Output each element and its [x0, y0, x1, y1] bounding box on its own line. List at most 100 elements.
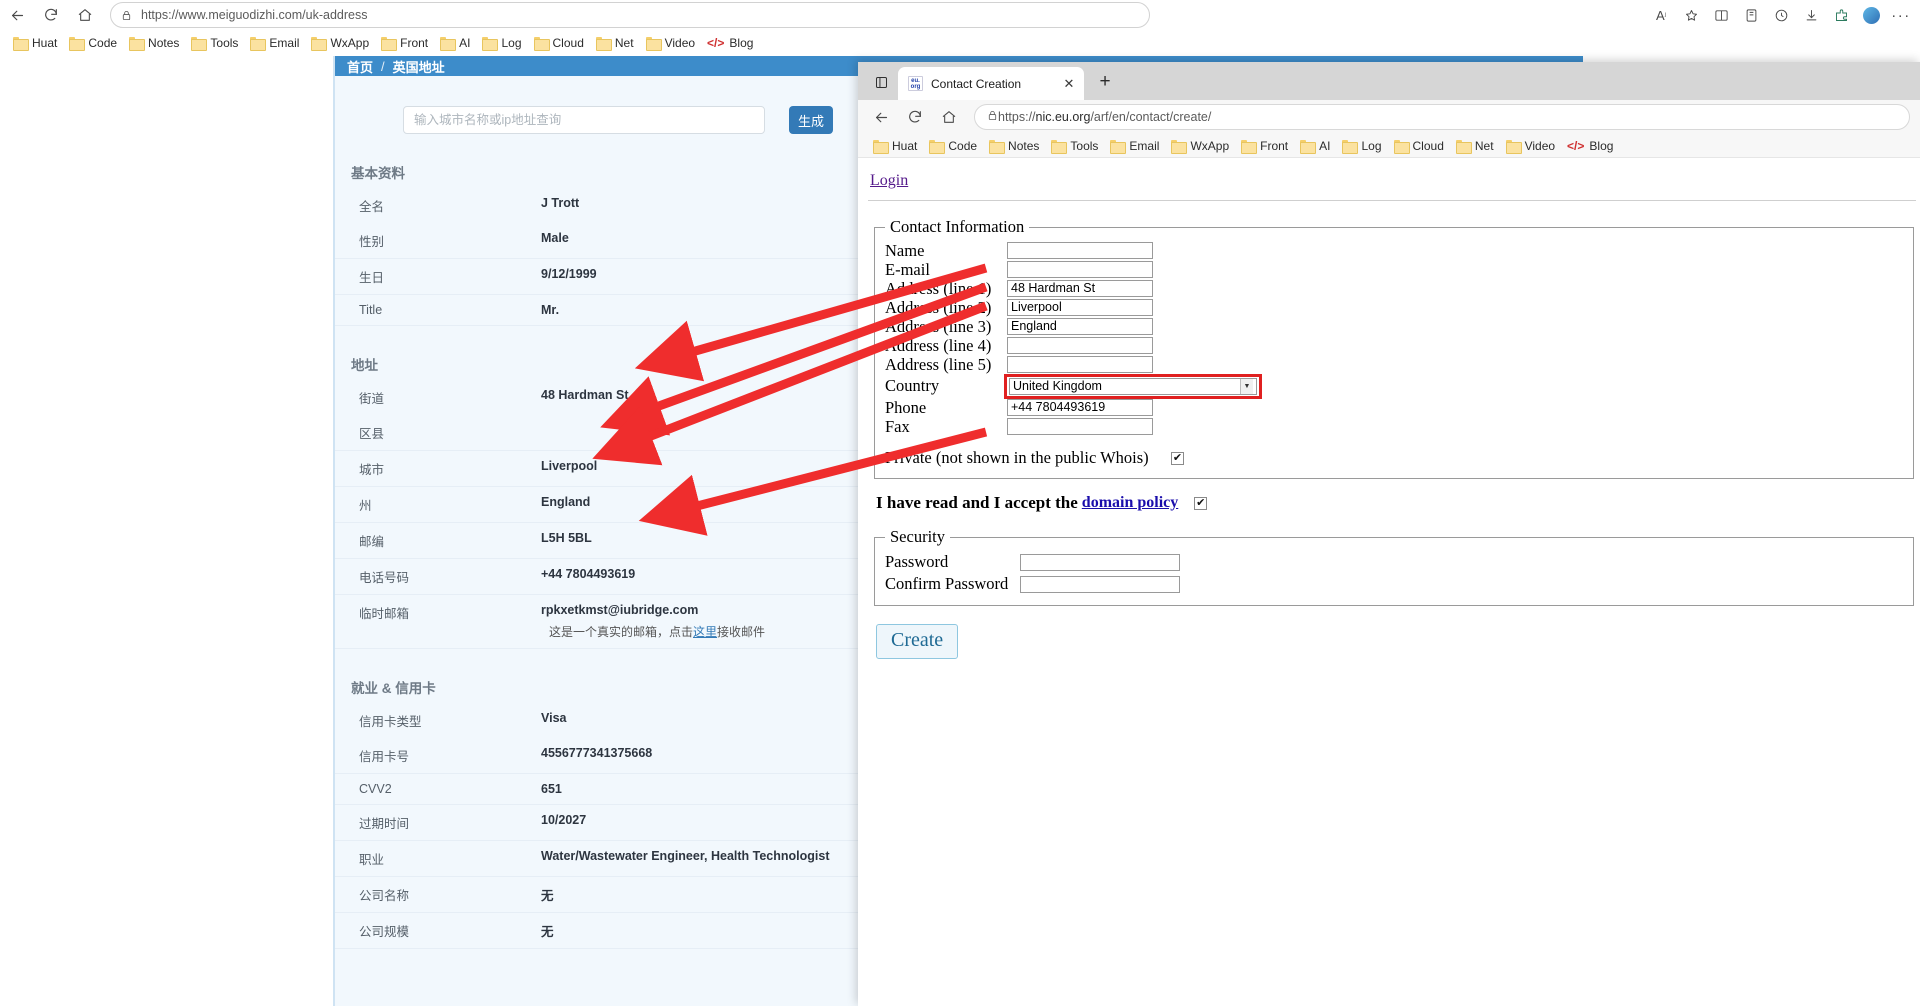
accept-checkbox[interactable]: ✔	[1194, 497, 1207, 510]
collections-icon[interactable]	[1736, 0, 1766, 30]
reload-icon[interactable]	[898, 102, 932, 132]
back-arrow-icon[interactable]	[864, 102, 898, 132]
card-type-value: Visa	[541, 711, 567, 725]
bookmark-log[interactable]: Log	[1337, 137, 1388, 155]
bookmark-front[interactable]: Front	[376, 34, 435, 52]
downloads-icon[interactable]	[1796, 0, 1826, 30]
field-row-confirm-password: Confirm Password	[885, 573, 1903, 595]
bookmark-wxapp[interactable]: WxApp	[306, 34, 376, 52]
bookmark-tools[interactable]: Tools	[1046, 137, 1105, 155]
field-label: Country	[885, 376, 1007, 396]
address-line-2-input[interactable]: Liverpool	[1007, 299, 1153, 316]
history-icon[interactable]	[1766, 0, 1796, 30]
extensions-icon[interactable]	[1826, 0, 1856, 30]
bookmark-code[interactable]: Code	[64, 34, 124, 52]
split-screen-icon[interactable]	[1706, 0, 1736, 30]
row-key: 信用卡号	[335, 746, 541, 765]
window2-bookmarks-bar: Huat Code Notes Tools Email WxApp Front …	[858, 134, 1920, 158]
field-row-name: Name	[885, 241, 1903, 260]
profile-avatar-icon[interactable]	[1856, 0, 1886, 30]
bookmark-huat[interactable]: Huat	[8, 34, 64, 52]
login-link[interactable]: Login	[870, 172, 908, 190]
gender-value: Male	[541, 231, 569, 245]
fax-input[interactable]	[1007, 418, 1153, 435]
window2-url-text: https://nic.eu.org/arf/en/contact/create…	[998, 110, 1211, 124]
home-icon[interactable]	[68, 0, 102, 30]
folder-icon	[191, 37, 205, 49]
bookmark-label: Code	[88, 36, 117, 50]
confirm-password-input[interactable]	[1020, 576, 1180, 593]
address-line-5-input[interactable]	[1007, 356, 1153, 373]
bookmark-tools[interactable]: Tools	[186, 34, 245, 52]
accept-text: I have read and I accept the	[876, 493, 1078, 513]
bookmark-net[interactable]: Net	[1451, 137, 1501, 155]
window1-address-bar[interactable]: https://www.meiguodizhi.com/uk-address	[110, 2, 1150, 28]
bookmark-huat[interactable]: Huat	[868, 137, 924, 155]
private-label: Private (not shown in the public Whois)	[885, 448, 1171, 468]
bookmark-code[interactable]: Code	[924, 137, 984, 155]
bookmark-label: AI	[459, 36, 470, 50]
field-row-address-4: Address (line 4)	[885, 336, 1903, 355]
code-icon: </>	[707, 36, 724, 50]
bookmark-ai[interactable]: AI	[435, 34, 477, 52]
address-line-4-input[interactable]	[1007, 337, 1153, 354]
new-tab-icon[interactable]: +	[1090, 67, 1120, 97]
bookmark-ai[interactable]: AI	[1295, 137, 1337, 155]
close-icon[interactable]: ✕	[1060, 75, 1078, 93]
bookmark-log[interactable]: Log	[477, 34, 528, 52]
country-select[interactable]: United Kingdom ▼	[1009, 378, 1257, 395]
back-arrow-icon[interactable]	[0, 0, 34, 30]
create-button[interactable]: Create	[876, 624, 958, 659]
bookmark-label: Huat	[892, 139, 917, 153]
phone-input[interactable]: +44 7804493619	[1007, 399, 1153, 416]
nic-eu-org-page: Login Contact Information Name E-mail Ad…	[858, 158, 1920, 1006]
bookmark-net[interactable]: Net	[591, 34, 641, 52]
private-checkbox[interactable]: ✔	[1171, 452, 1184, 465]
bookmark-notes[interactable]: Notes	[124, 34, 186, 52]
name-input[interactable]	[1007, 242, 1153, 259]
tab-contact-creation[interactable]: eu. org Contact Creation ✕	[898, 67, 1084, 100]
reload-icon[interactable]	[34, 0, 68, 30]
window2-address-bar[interactable]: https://nic.eu.org/arf/en/contact/create…	[974, 104, 1910, 130]
row-key: 性别	[335, 231, 541, 250]
bookmark-notes[interactable]: Notes	[984, 137, 1046, 155]
window1-url-text: https://www.meiguodizhi.com/uk-address	[141, 8, 367, 22]
password-input[interactable]	[1020, 554, 1180, 571]
folder-icon	[1171, 140, 1185, 152]
bookmark-cloud[interactable]: Cloud	[1389, 137, 1451, 155]
field-label: Address (line 4)	[885, 336, 1007, 356]
address-line-3-input[interactable]: England	[1007, 318, 1153, 335]
bookmark-blog[interactable]: </>Blog	[702, 34, 760, 52]
address-line-1-input[interactable]: 48 Hardman St	[1007, 280, 1153, 297]
bookmark-blog[interactable]: </>Blog	[1562, 137, 1620, 155]
company-size-value: 无	[541, 921, 554, 940]
search-input[interactable]	[403, 106, 765, 134]
lock-icon	[987, 109, 998, 125]
bookmark-video[interactable]: Video	[1501, 137, 1562, 155]
bookmark-video[interactable]: Video	[641, 34, 702, 52]
read-aloud-icon[interactable]: Aʲ	[1646, 0, 1676, 30]
more-options-icon[interactable]: ···	[1886, 0, 1916, 30]
folder-icon	[250, 37, 264, 49]
bookmark-label: Log	[1361, 139, 1381, 153]
tab-actions-icon[interactable]	[864, 67, 898, 97]
star-icon[interactable]	[1676, 0, 1706, 30]
domain-policy-link[interactable]: domain policy	[1082, 494, 1178, 512]
home-icon[interactable]	[932, 102, 966, 132]
bookmark-email[interactable]: Email	[245, 34, 306, 52]
bookmark-front[interactable]: Front	[1236, 137, 1295, 155]
bookmark-cloud[interactable]: Cloud	[529, 34, 591, 52]
bookmark-label: Tools	[210, 36, 238, 50]
bookmark-email[interactable]: Email	[1105, 137, 1166, 155]
email-note-link[interactable]: 这里	[693, 625, 717, 639]
bookmark-wxapp[interactable]: WxApp	[1166, 137, 1236, 155]
bookmark-label: AI	[1319, 139, 1330, 153]
folder-icon	[482, 37, 496, 49]
generate-button[interactable]: 生成	[789, 106, 833, 134]
email-input[interactable]	[1007, 261, 1153, 278]
security-fieldset: Security Password Confirm Password	[874, 527, 1914, 606]
folder-icon	[873, 140, 887, 152]
folder-icon	[381, 37, 395, 49]
breadcrumb-home[interactable]: 首页	[347, 57, 373, 76]
security-legend: Security	[885, 527, 950, 547]
